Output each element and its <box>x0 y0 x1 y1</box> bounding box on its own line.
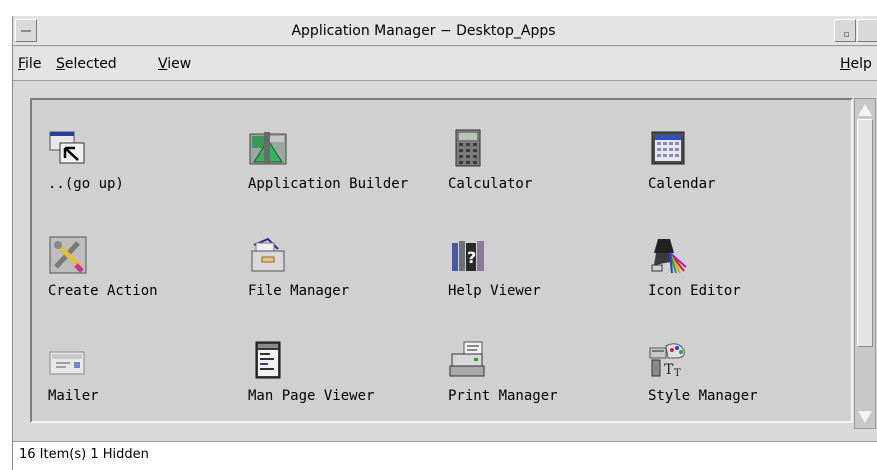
calculator-icon <box>455 129 481 167</box>
icon-editor-icon <box>651 239 687 274</box>
app-label: Style Manager <box>648 388 758 404</box>
man-page-icon <box>255 341 281 379</box>
title-bar[interactable]: Application Manager − Desktop_Apps <box>13 16 877 46</box>
app-label: File Manager <box>248 283 350 299</box>
app-label: ..(go up) <box>48 176 124 192</box>
menu-file[interactable]: File <box>18 47 41 81</box>
menu-view-mnemonic: V <box>158 56 168 72</box>
app-label: Icon Editor <box>648 283 741 299</box>
app-label: Calendar <box>648 176 716 192</box>
scroll-thumb[interactable] <box>857 119 873 347</box>
app-item-icon-editor[interactable]: Icon Editor <box>648 235 838 325</box>
svg-text:T: T <box>664 362 674 378</box>
menu-view-label: iew <box>167 56 192 72</box>
app-label: Application Builder <box>248 176 409 192</box>
minimize-button[interactable] <box>834 19 856 42</box>
menu-file-mnemonic: F <box>18 56 26 72</box>
scroll-up-arrow-icon[interactable] <box>858 104 872 116</box>
window-title: Application Manager − Desktop_Apps <box>291 23 556 39</box>
create-action-icon <box>49 236 87 274</box>
app-item-file-manager[interactable]: File Manager <box>248 235 438 325</box>
file-manager-icon <box>251 237 285 272</box>
menu-view[interactable]: View <box>158 47 191 81</box>
app-item-create-action[interactable]: Create Action <box>48 235 238 325</box>
svg-text:T: T <box>674 368 681 379</box>
app-label: Help Viewer <box>448 283 541 299</box>
menu-bar: File Selected View Help <box>13 47 877 81</box>
menu-selected-label: elected <box>64 56 117 72</box>
menu-file-label: ile <box>25 56 42 72</box>
status-bar: 16 Item(s) 1 Hidden <box>13 441 877 470</box>
svg-text:?: ? <box>467 248 476 267</box>
folder-up-icon <box>49 131 85 164</box>
vertical-scrollbar[interactable] <box>854 98 876 429</box>
app-item-help-viewer[interactable]: ? Help Viewer <box>448 235 638 325</box>
app-item-man-page-viewer[interactable]: Man Page Viewer <box>248 340 438 430</box>
menu-help-mnemonic: H <box>840 56 851 72</box>
app-label: Calculator <box>448 176 533 192</box>
menu-selected[interactable]: Selected <box>56 47 117 81</box>
help-viewer-icon: ? <box>452 241 484 271</box>
app-label: Print Manager <box>448 388 558 404</box>
app-label: Mailer <box>48 388 99 404</box>
app-item-calendar[interactable]: Calendar <box>648 128 838 218</box>
menu-help[interactable]: Help <box>840 47 872 81</box>
menu-selected-mnemonic: S <box>56 56 65 72</box>
app-item-mailer[interactable]: Mailer <box>48 340 238 430</box>
app-label: Create Action <box>48 283 158 299</box>
maximize-button[interactable] <box>857 19 877 42</box>
mailer-icon <box>49 351 85 375</box>
scroll-down-arrow-icon[interactable] <box>858 411 872 423</box>
app-item-style-manager[interactable]: T T Style Manager <box>648 340 838 430</box>
app-item-print-manager[interactable]: Print Manager <box>448 340 638 430</box>
app-item-application-builder[interactable]: Application Builder <box>248 128 438 218</box>
app-item-go-up[interactable]: ..(go up) <box>48 128 238 218</box>
app-label: Man Page Viewer <box>248 388 375 404</box>
application-manager-window: Application Manager − Desktop_Apps File … <box>12 16 877 470</box>
menu-help-label: elp <box>850 56 872 72</box>
calendar-icon <box>651 131 685 165</box>
style-manager-icon: T T <box>649 343 685 379</box>
status-text: 16 Item(s) 1 Hidden <box>19 447 149 462</box>
app-builder-icon <box>249 132 287 165</box>
icon-view-area[interactable]: ..(go up) Application Builder Calculator… <box>30 98 853 423</box>
app-item-calculator[interactable]: Calculator <box>448 128 638 218</box>
printer-icon <box>449 341 485 377</box>
